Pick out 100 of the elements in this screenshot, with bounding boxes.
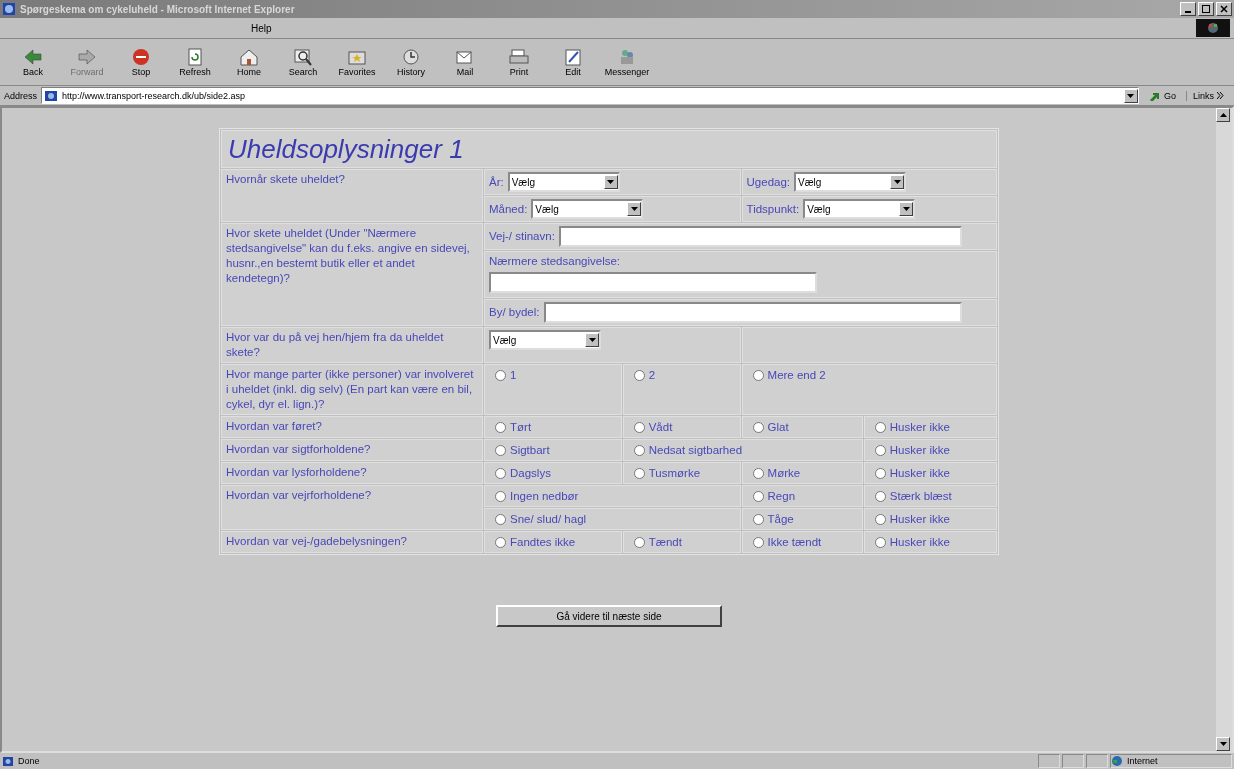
radio-button[interactable] [495, 445, 506, 456]
radio-label: Husker ikke [889, 420, 950, 435]
radio-label: Sne/ slud/ hagl [510, 512, 587, 527]
radio-label: Regn [767, 489, 796, 504]
menu-item[interactable]: Help [245, 22, 278, 34]
radio-label: 1 [510, 368, 517, 383]
edit-icon [562, 47, 584, 67]
toolbar-button[interactable]: Messenger [602, 45, 652, 79]
radio-label: Tåge [767, 512, 794, 527]
dropdown-arrow-icon [607, 180, 615, 184]
address-field[interactable]: http://www.transport-research.dk/ub/side2.asp [41, 87, 1139, 104]
radio-button[interactable] [752, 537, 764, 548]
radio-label: Vådt [648, 420, 673, 435]
field-label: Vej-/ stinavn: [489, 229, 555, 244]
maximize-icon [1202, 5, 1210, 13]
field-label: Tidspunkt: [746, 201, 800, 217]
radio-button[interactable] [633, 537, 645, 548]
toolbar-button[interactable]: Mail [440, 45, 490, 79]
text-field[interactable] [543, 302, 962, 323]
scrollbar[interactable] [1216, 108, 1232, 751]
dropdown[interactable]: Vælg [794, 172, 907, 192]
radio-button[interactable] [752, 468, 764, 479]
radio-label: Mere end 2 [767, 368, 826, 383]
question-label: Hvordan var vejrforholdene? [221, 485, 483, 530]
radio-label: Tørt [510, 420, 532, 435]
radio-button[interactable] [495, 491, 506, 502]
question-label: Hvor mange parter (ikke personer) var involveret i uheldet (inkl. dig selv) (En part kan være en bil, cykel, dyr el. lign.)? [221, 364, 483, 415]
radio-button[interactable] [874, 514, 886, 525]
radio-label: Husker ikke [889, 466, 950, 481]
go-button[interactable]: Go [1142, 90, 1182, 101]
radio-button[interactable] [633, 370, 645, 381]
radio-button[interactable] [874, 468, 886, 479]
question-label: Hvordan var vej-/gadebelysningen? [221, 531, 483, 553]
radio-button[interactable] [495, 370, 506, 381]
forward-arrow-icon [76, 47, 98, 67]
field-label: År: [489, 174, 504, 190]
close-button[interactable] [1216, 2, 1232, 16]
toolbar-button[interactable]: Edit [548, 45, 598, 79]
browser-logo-icon [1196, 19, 1230, 37]
radio-label: Ingen nedbør [510, 489, 579, 504]
radio-button[interactable] [495, 514, 506, 525]
radio-button[interactable] [633, 445, 645, 456]
toolbar-button[interactable]: Search [278, 45, 328, 79]
go-arrow-icon [1148, 90, 1161, 101]
submit-button[interactable]: Gå videre til næste side [496, 605, 722, 627]
field-label: Måned: [489, 201, 528, 217]
radio-button[interactable] [495, 537, 506, 548]
toolbar-button[interactable]: Back [8, 45, 58, 79]
close-icon [1220, 5, 1228, 13]
question-label: Hvor var du på vej hen/hjem fra da uheldet skete? [221, 327, 483, 363]
browser-icon [2, 2, 16, 16]
toolbar-button[interactable]: Favorites [332, 45, 382, 79]
minimize-button[interactable] [1180, 2, 1196, 16]
radio-button[interactable] [752, 491, 764, 502]
dropdown-arrow-icon [902, 207, 910, 211]
radio-label: Husker ikke [889, 512, 950, 527]
radio-label: Husker ikke [889, 443, 950, 458]
radio-button[interactable] [874, 445, 886, 456]
page-icon [2, 755, 14, 767]
radio-button[interactable] [752, 514, 764, 525]
text-field[interactable] [489, 272, 817, 293]
maximize-button[interactable] [1198, 2, 1214, 16]
radio-button[interactable] [874, 422, 886, 433]
toolbar-button[interactable]: Print [494, 45, 544, 79]
radio-button[interactable] [633, 468, 645, 479]
radio-button[interactable] [633, 422, 645, 433]
toolbar-button[interactable]: Home [224, 45, 274, 79]
radio-button[interactable] [752, 370, 764, 381]
radio-label: Ikke tændt [767, 535, 822, 550]
globe-icon [1111, 755, 1123, 767]
radio-label: Mørke [767, 466, 801, 481]
field-label: By/ bydel: [489, 305, 540, 320]
radio-button[interactable] [874, 537, 886, 548]
toolbar-button[interactable]: Refresh [170, 45, 220, 79]
print-icon [508, 47, 530, 67]
radio-button[interactable] [495, 422, 506, 433]
dropdown[interactable]: Vælg [803, 199, 916, 219]
radio-button[interactable] [752, 422, 764, 433]
dropdown[interactable]: Vælg [489, 330, 601, 350]
page-icon [44, 89, 59, 102]
text-field[interactable] [558, 226, 962, 247]
toolbar-button[interactable]: History [386, 45, 436, 79]
dropdown-arrow-icon [1127, 93, 1135, 98]
radio-button[interactable] [874, 491, 886, 502]
question-label: Hvordan var lysforholdene? [221, 462, 483, 484]
question-label: Hvordan var sigtforholdene? [221, 439, 483, 461]
radio-label: Sigtbart [510, 443, 550, 458]
field-label: Nærmere stedsangivelse: [489, 254, 621, 269]
links-button[interactable]: Links [1186, 90, 1230, 101]
radio-label: Tusmørke [648, 466, 701, 481]
toolbar-button[interactable]: Stop [116, 45, 166, 79]
address-label: Address [4, 90, 38, 101]
zone-text: Internet [1110, 754, 1232, 768]
dropdown-button[interactable] [1123, 88, 1138, 103]
radio-label: Dagslys [510, 466, 551, 481]
search-icon [292, 47, 314, 67]
dropdown[interactable]: Vælg [531, 199, 644, 219]
chevron-icon [1217, 92, 1224, 99]
radio-button[interactable] [495, 468, 506, 479]
dropdown[interactable]: Vælg [507, 172, 620, 192]
